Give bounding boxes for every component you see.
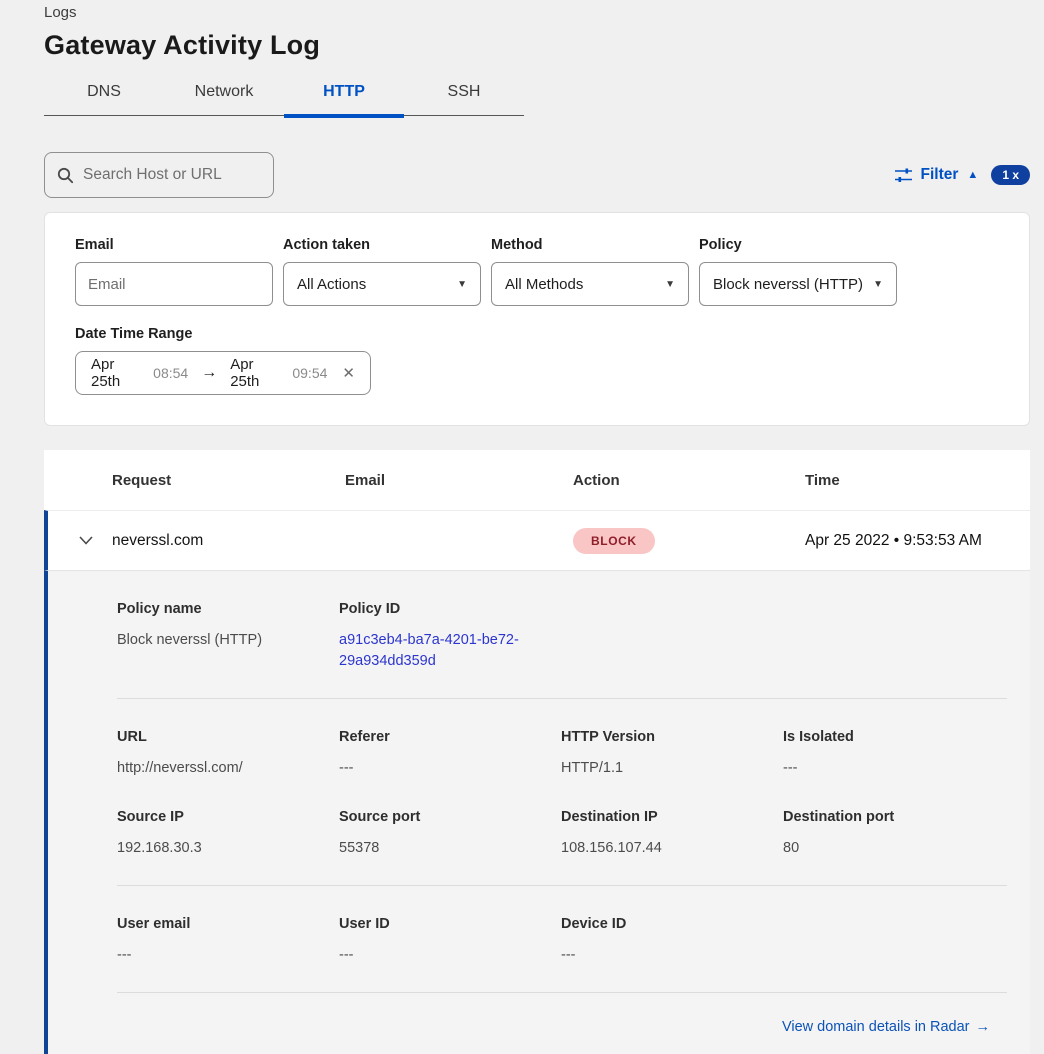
caret-up-icon: ▲ [967, 169, 978, 181]
detail-source-ip: Source IP 192.168.30.3 [117, 809, 339, 859]
filter-field-policy: Policy Block neverssl (HTTP) ▼ [699, 237, 897, 306]
detail-user-id: User ID --- [339, 916, 561, 966]
action-taken-label: Action taken [283, 237, 481, 253]
tab-ssh[interactable]: SSH [404, 73, 524, 115]
email-label: Email [75, 237, 273, 253]
view-domain-details-link[interactable]: View domain details in Radar → [782, 1019, 990, 1035]
column-header-email: Email [345, 472, 573, 489]
tab-dns[interactable]: DNS [44, 73, 164, 115]
gateway-activity-log-page: Logs Gateway Activity Log DNS Network HT… [0, 0, 1044, 1054]
tab-network[interactable]: Network [164, 73, 284, 115]
filter-field-action-taken: Action taken All Actions ▼ [283, 237, 481, 306]
column-header-action: Action [573, 472, 805, 489]
breadcrumb[interactable]: Logs [44, 4, 1030, 21]
search-input[interactable] [83, 166, 261, 184]
policy-select[interactable]: Block neverssl (HTTP) ▼ [699, 262, 897, 306]
chevron-down-icon[interactable] [48, 536, 112, 545]
status-badge-block: BLOCK [573, 528, 655, 554]
user-section: User email --- User ID --- Device ID --- [117, 886, 1007, 992]
filter-label: Filter [921, 166, 959, 184]
detail-policy-name: Policy name Block neverssl (HTTP) [117, 601, 339, 672]
detail-is-isolated: Is Isolated --- [783, 729, 1005, 779]
policy-id-link[interactable]: a91c3eb4-ba7a-4201-be72-29a934dd359d [339, 630, 561, 672]
filter-panel: Email Action taken All Actions ▼ Method … [44, 212, 1030, 426]
detail-destination-port: Destination port 80 [783, 809, 1005, 859]
method-select[interactable]: All Methods ▼ [491, 262, 689, 306]
column-header-time: Time [805, 472, 1030, 489]
request-cell: neverssl.com [112, 532, 345, 550]
date-range-picker[interactable]: Apr 25th 08:54 → Apr 25th 09:54 ✕ [75, 351, 371, 395]
action-taken-value: All Actions [297, 276, 366, 293]
activity-table: Request Email Action Time neverssl.com B… [44, 450, 1030, 1054]
tab-bar: DNS Network HTTP SSH [44, 73, 524, 116]
detail-device-id: Device ID --- [561, 916, 783, 966]
detail-destination-ip: Destination IP 108.156.107.44 [561, 809, 783, 859]
filter-sliders-icon [895, 168, 912, 183]
policy-label: Policy [699, 237, 897, 253]
table-row[interactable]: neverssl.com BLOCK Apr 25 2022 • 9:53:53… [44, 510, 1030, 570]
start-time: 08:54 [153, 365, 188, 381]
arrow-right-icon: → [199, 364, 219, 382]
detail-source-port: Source port 55378 [339, 809, 561, 859]
filter-field-email: Email [75, 237, 273, 306]
end-date: Apr 25th [230, 356, 281, 390]
search-icon [57, 167, 74, 184]
filter-count-badge[interactable]: 1 x [991, 165, 1030, 185]
policy-section: Policy name Block neverssl (HTTP) Policy… [117, 571, 1007, 698]
email-input[interactable] [75, 262, 273, 306]
time-cell: Apr 25 2022 • 9:53:53 AM [805, 532, 1030, 550]
table-header: Request Email Action Time [44, 450, 1030, 510]
detail-policy-id: Policy ID a91c3eb4-ba7a-4201-be72-29a934… [339, 601, 561, 672]
detail-url: URL http://neverssl.com/ [117, 729, 339, 779]
row-details-panel: Policy name Block neverssl (HTTP) Policy… [44, 570, 1030, 1054]
filter-field-method: Method All Methods ▼ [491, 237, 689, 306]
clear-date-icon[interactable]: ✕ [342, 364, 355, 382]
chevron-down-icon: ▼ [665, 279, 675, 290]
toolbar: Filter ▲ 1 x [44, 152, 1030, 198]
start-date: Apr 25th [91, 356, 142, 390]
filter-toggle[interactable]: Filter ▲ 1 x [895, 165, 1030, 185]
search-box[interactable] [44, 152, 274, 198]
method-label: Method [491, 237, 689, 253]
end-time: 09:54 [292, 365, 327, 381]
arrow-right-icon: → [976, 1019, 991, 1035]
chevron-down-icon: ▼ [873, 279, 883, 290]
action-taken-select[interactable]: All Actions ▼ [283, 262, 481, 306]
column-header-request: Request [112, 472, 345, 489]
chevron-down-icon: ▼ [457, 279, 467, 290]
page-title: Gateway Activity Log [44, 30, 1030, 61]
detail-http-version: HTTP Version HTTP/1.1 [561, 729, 783, 779]
detail-referer: Referer --- [339, 729, 561, 779]
policy-value: Block neverssl (HTTP) [713, 276, 863, 293]
tab-http[interactable]: HTTP [284, 73, 404, 115]
detail-user-email: User email --- [117, 916, 339, 966]
method-value: All Methods [505, 276, 583, 293]
date-time-range-label: Date Time Range [75, 326, 999, 342]
http-section: URL http://neverssl.com/ Referer --- HTT… [117, 699, 1007, 885]
